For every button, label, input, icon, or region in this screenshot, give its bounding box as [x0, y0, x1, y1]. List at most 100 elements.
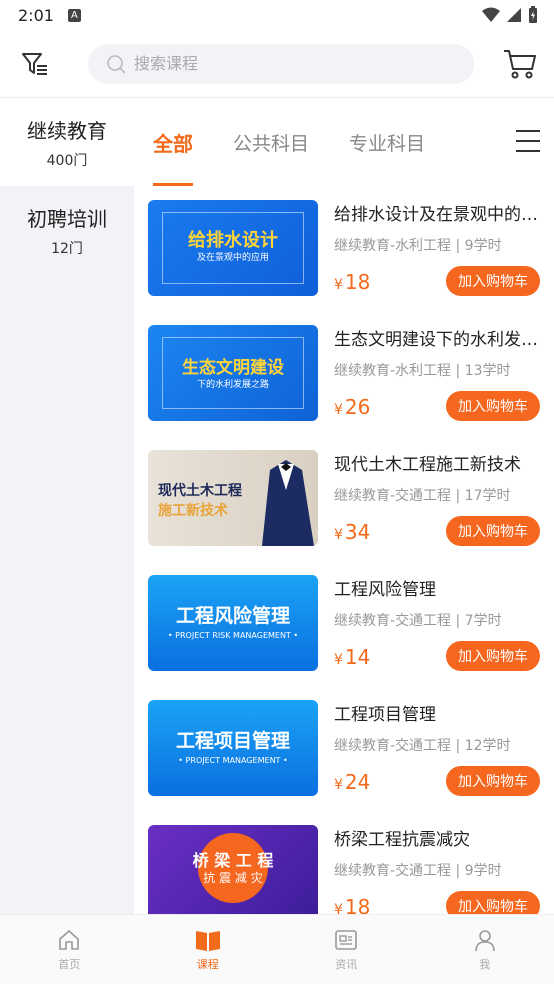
course-thumbnail: 给排水设计 及在景观中的应用 — [148, 200, 318, 296]
course-thumbnail: 生态文明建设 下的水利发展之路 — [148, 325, 318, 421]
price-value: 26 — [344, 395, 371, 419]
currency-symbol: ¥ — [334, 902, 343, 914]
course-price: ¥24 — [334, 770, 370, 794]
sidebar-item-count: 400门 — [46, 152, 88, 169]
currency-symbol: ¥ — [334, 402, 343, 418]
course-title: 给排水设计及在景观中的应用 — [334, 205, 542, 225]
sidebar-item-initial-training[interactable]: 初聘培训 12门 — [0, 186, 134, 274]
category-sidebar: 继续教育 400门 初聘培训 12门 — [0, 98, 134, 914]
course-meta: 继续教育-水利工程 | 9学时 — [334, 238, 502, 254]
filter-icon — [22, 52, 47, 75]
course-meta: 继续教育-交通工程 | 9学时 — [334, 863, 502, 879]
thumbnail-subtitle: • PROJECT MANAGEMENT • — [178, 756, 288, 765]
course-thumbnail: 工程风险管理 • PROJECT RISK MANAGEMENT • — [148, 575, 318, 671]
sidebar-item-label: 初聘培训 — [27, 206, 107, 231]
course-thumbnail: 工程项目管理 • PROJECT MANAGEMENT • — [148, 700, 318, 796]
add-to-cart-button[interactable]: 加入购物车 — [446, 391, 540, 421]
tab-home[interactable]: 首页 — [0, 915, 139, 984]
course-title: 工程项目管理 — [334, 705, 436, 725]
status-bar: 2:01 A — [0, 0, 554, 30]
currency-symbol: ¥ — [334, 527, 343, 543]
course-meta: 继续教育-交通工程 | 17学时 — [334, 488, 511, 504]
thumbnail-subtitle: 施工新技术 — [158, 503, 228, 519]
tab-news[interactable]: 资讯 — [277, 915, 416, 984]
search-bar[interactable] — [88, 43, 474, 84]
add-to-cart-button[interactable]: 加入购物车 — [446, 641, 540, 671]
course-price: ¥18 — [334, 895, 370, 914]
currency-symbol: ¥ — [334, 277, 343, 293]
course-meta: 继续教育-交通工程 | 7学时 — [334, 613, 502, 629]
sidebar-item-label: 继续教育 — [27, 118, 107, 143]
thumbnail-subtitle: 抗 震 减 灾 — [203, 871, 263, 885]
price-value: 18 — [344, 270, 371, 294]
cart-button[interactable] — [502, 46, 538, 82]
sidebar-item-count: 12门 — [51, 240, 83, 257]
tab-label: 首页 — [58, 957, 81, 971]
thumbnail-subtitle: • PROJECT RISK MANAGEMENT • — [167, 631, 299, 640]
news-icon — [335, 929, 358, 950]
tab-me[interactable]: 我 — [416, 915, 554, 984]
thumbnail-title: 给排水设计 — [188, 230, 278, 251]
course-title: 现代土木工程施工新技术 — [334, 455, 521, 475]
course-item[interactable]: 给排水设计 及在景观中的应用 给排水设计及在景观中的应用 继续教育-水利工程 |… — [148, 186, 554, 311]
cart-icon — [504, 49, 536, 78]
course-title: 工程风险管理 — [334, 580, 436, 600]
currency-symbol: ¥ — [334, 652, 343, 668]
price-value: 14 — [344, 645, 371, 669]
search-icon — [107, 54, 126, 74]
book-icon — [195, 930, 220, 951]
course-thumbnail: 桥 梁 工 程 抗 震 减 灾 — [148, 825, 318, 914]
tab-courses[interactable]: 课程 — [139, 915, 278, 984]
tab-public-subjects[interactable]: 公共科目 — [233, 98, 309, 186]
wifi-icon — [482, 7, 500, 22]
tab-all[interactable]: 全部 — [153, 98, 193, 186]
course-item[interactable]: 现代土木工程 施工新技术 现代土木工程施工新技术 继续教育-交通工程 | 17学… — [148, 436, 554, 561]
filter-button[interactable] — [20, 49, 50, 79]
add-to-cart-button[interactable]: 加入购物车 — [446, 266, 540, 296]
battery-icon — [529, 6, 537, 23]
thumbnail-title: 生态文明建设 — [182, 358, 284, 378]
course-item[interactable]: 桥 梁 工 程 抗 震 减 灾 桥梁工程抗震减灾 继续教育-交通工程 | 9学时… — [148, 811, 554, 914]
add-to-cart-button[interactable]: 加入购物车 — [446, 891, 540, 914]
course-list: 给排水设计 及在景观中的应用 给排水设计及在景观中的应用 继续教育-水利工程 |… — [134, 186, 554, 914]
tab-label: 资讯 — [335, 957, 358, 971]
course-item[interactable]: 工程项目管理 • PROJECT MANAGEMENT • 工程项目管理 继续教… — [148, 686, 554, 811]
thumbnail-title: 桥 梁 工 程 — [192, 851, 274, 870]
course-title: 桥梁工程抗震减灾 — [334, 830, 470, 850]
tab-label: 我 — [479, 957, 491, 971]
thumbnail-title: 现代土木工程 — [158, 483, 242, 499]
notification-a-icon: A — [67, 8, 81, 22]
add-to-cart-button[interactable]: 加入购物车 — [446, 766, 540, 796]
price-value: 24 — [344, 770, 371, 794]
course-thumbnail: 现代土木工程 施工新技术 — [148, 450, 318, 546]
top-bar — [0, 30, 554, 98]
course-item[interactable]: 生态文明建设 下的水利发展之路 生态文明建设下的水利发展之路 继续教育-水利工程… — [148, 311, 554, 436]
home-icon — [59, 929, 80, 950]
currency-symbol: ¥ — [334, 777, 343, 793]
sidebar-item-continuing-education[interactable]: 继续教育 400门 — [0, 98, 134, 186]
add-to-cart-button[interactable]: 加入购物车 — [446, 516, 540, 546]
subject-tabs: 全部 公共科目 专业科目 — [134, 98, 554, 186]
status-time: 2:01 — [18, 5, 54, 25]
course-item[interactable]: 工程风险管理 • PROJECT RISK MANAGEMENT • 工程风险管… — [148, 561, 554, 686]
course-price: ¥34 — [334, 520, 370, 544]
price-value: 34 — [344, 520, 371, 544]
tab-label: 课程 — [196, 957, 219, 971]
user-icon — [474, 929, 495, 951]
signal-icon — [507, 8, 521, 22]
bottom-tab-bar: 首页 课程 资讯 我 — [0, 914, 554, 984]
suit-illustration — [262, 460, 314, 546]
menu-icon[interactable] — [516, 130, 540, 152]
price-value: 18 — [344, 895, 371, 914]
course-price: ¥18 — [334, 270, 370, 294]
course-price: ¥26 — [334, 395, 370, 419]
course-meta: 继续教育-水利工程 | 13学时 — [334, 363, 511, 379]
tab-professional-subjects[interactable]: 专业科目 — [349, 98, 425, 186]
search-input[interactable] — [134, 54, 434, 73]
thumbnail-subtitle: 下的水利发展之路 — [196, 380, 269, 390]
course-price: ¥14 — [334, 645, 370, 669]
course-title: 生态文明建设下的水利发展之路 — [334, 330, 542, 350]
thumbnail-subtitle: 及在景观中的应用 — [196, 253, 269, 263]
thumbnail-title: 工程项目管理 — [175, 730, 290, 752]
thumbnail-title: 工程风险管理 — [175, 605, 290, 627]
